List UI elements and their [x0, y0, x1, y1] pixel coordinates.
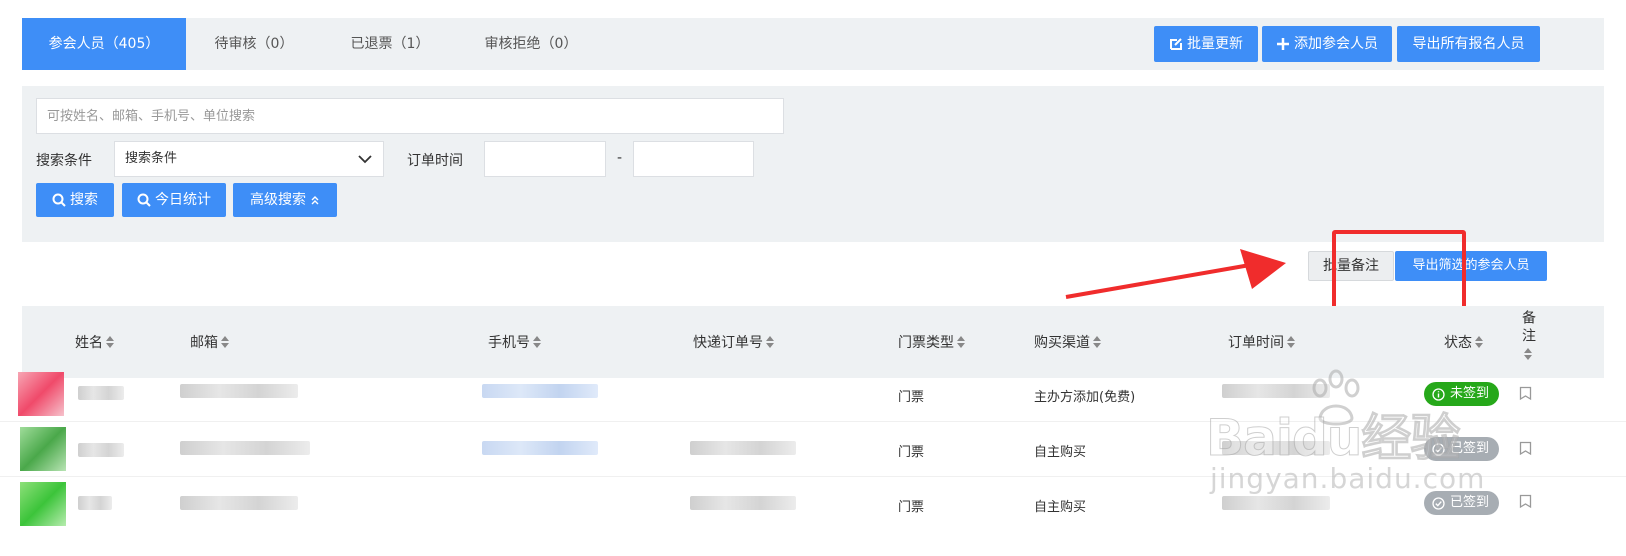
plus-icon	[1277, 38, 1289, 50]
column-header-phone[interactable]: 手机号	[488, 332, 541, 352]
sort-icon	[533, 336, 541, 348]
advanced-search-label: 高级搜索	[250, 192, 306, 208]
avatar	[20, 482, 66, 526]
name-blurred	[78, 496, 112, 510]
search-input[interactable]	[36, 98, 784, 134]
note-icon[interactable]	[1519, 441, 1532, 456]
order-time-end-input[interactable]	[633, 141, 754, 177]
sort-icon	[766, 336, 774, 348]
tab-review-rejected[interactable]: 审核拒绝（0）	[458, 18, 604, 70]
column-header-express[interactable]: 快递订单号	[693, 332, 774, 352]
chevron-down-icon	[358, 155, 372, 164]
sort-icon	[957, 336, 965, 348]
search-condition-value: 搜索条件	[125, 151, 178, 166]
search-icon	[52, 193, 66, 207]
date-range-separator: -	[617, 150, 623, 166]
email-blurred	[180, 384, 298, 398]
batch-update-label: 批量更新	[1187, 36, 1243, 52]
annotation-highlight-box	[1332, 230, 1466, 312]
avatar	[18, 372, 64, 416]
order-time-label: 订单时间	[407, 153, 463, 169]
email-blurred	[180, 496, 298, 510]
search-condition-label: 搜索条件	[36, 153, 92, 169]
today-stats-button[interactable]: 今日统计	[122, 183, 226, 217]
watermark-url: jingyan.baidu.com	[1210, 462, 1486, 495]
express-blurred	[690, 496, 796, 510]
export-all-button[interactable]: 导出所有报名人员	[1397, 26, 1540, 62]
order-time-start-input[interactable]	[484, 141, 606, 177]
check-circle-icon	[1432, 496, 1445, 510]
export-all-label: 导出所有报名人员	[1412, 36, 1525, 52]
tab-pending-review[interactable]: 待审核（0）	[186, 18, 322, 70]
search-button-label: 搜索	[70, 192, 98, 208]
column-header-order-time[interactable]: 订单时间	[1228, 332, 1295, 352]
add-attendee-label: 添加参会人员	[1294, 36, 1378, 52]
edit-icon	[1170, 38, 1182, 50]
search-icon	[137, 193, 151, 207]
tab-attendees[interactable]: 参会人员（405）	[22, 18, 186, 70]
ticket-type-cell: 门票	[898, 390, 925, 405]
channel-cell: 主办方添加(免费)	[1034, 390, 1136, 405]
express-blurred	[690, 441, 796, 455]
email-blurred	[180, 441, 310, 455]
avatar	[20, 427, 66, 471]
order-time-blurred	[1222, 496, 1330, 510]
tab-refunded[interactable]: 已退票（1）	[322, 18, 458, 70]
channel-cell: 自主购买	[1034, 500, 1087, 515]
column-header-channel[interactable]: 购买渠道	[1034, 332, 1101, 352]
watermark-brand: Baidu经验	[1205, 409, 1460, 468]
double-chevron-up-icon	[311, 196, 319, 205]
search-button[interactable]: 搜索	[36, 183, 114, 217]
search-condition-select[interactable]: 搜索条件	[114, 141, 384, 177]
name-blurred	[78, 386, 124, 400]
phone-blurred	[482, 441, 598, 455]
annotation-arrow-icon	[1065, 249, 1286, 299]
sort-icon	[1287, 336, 1295, 348]
sort-icon	[1475, 336, 1483, 348]
column-header-name[interactable]: 姓名	[75, 332, 114, 352]
sort-icon	[221, 336, 229, 348]
channel-cell: 自主购买	[1034, 445, 1087, 460]
name-blurred	[78, 443, 124, 457]
advanced-search-button[interactable]: 高级搜索	[233, 183, 337, 217]
column-header-ticket-type[interactable]: 门票类型	[898, 332, 965, 352]
sort-icon	[106, 336, 114, 348]
note-icon[interactable]	[1519, 494, 1532, 509]
column-header-email[interactable]: 邮箱	[190, 332, 229, 352]
phone-blurred	[482, 384, 598, 398]
batch-update-button[interactable]: 批量更新	[1154, 26, 1258, 62]
ticket-type-cell: 门票	[898, 500, 925, 515]
add-attendee-button[interactable]: 添加参会人员	[1262, 26, 1392, 62]
ticket-type-cell: 门票	[898, 445, 925, 460]
sort-icon	[1524, 348, 1532, 360]
sort-icon	[1093, 336, 1101, 348]
column-header-status[interactable]: 状态	[1444, 332, 1483, 352]
today-stats-label: 今日统计	[155, 192, 211, 208]
note-icon[interactable]	[1519, 386, 1532, 401]
column-header-note[interactable]: 备注	[1518, 310, 1538, 360]
